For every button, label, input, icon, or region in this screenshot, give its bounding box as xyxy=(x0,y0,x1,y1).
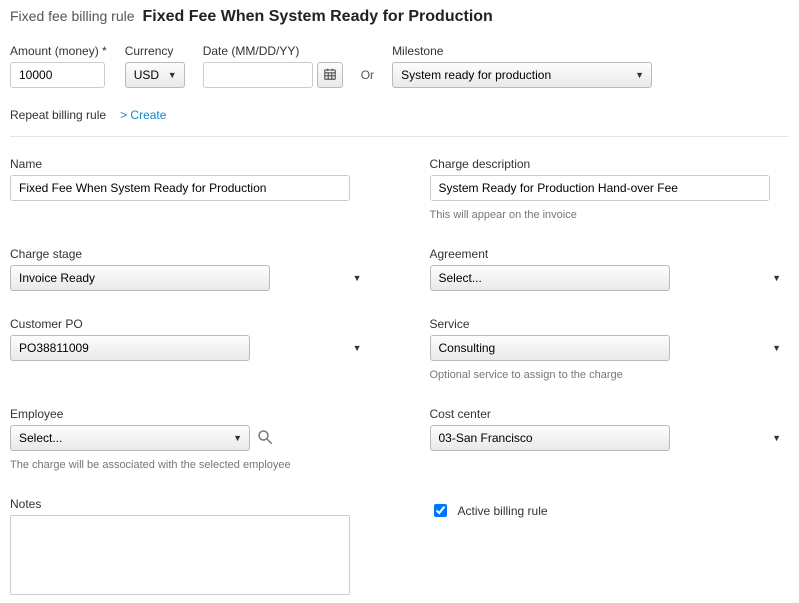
header-prefix: Fixed fee billing rule xyxy=(10,8,135,24)
search-icon[interactable] xyxy=(256,428,274,449)
service-label: Service xyxy=(430,317,790,331)
date-field: Date (MM/DD/YY) xyxy=(203,44,343,88)
agreement-select[interactable]: Select... xyxy=(430,265,670,291)
active-label: Active billing rule xyxy=(458,504,548,518)
amount-input[interactable] xyxy=(10,62,105,88)
charge-description-input[interactable] xyxy=(430,175,770,201)
charge-description-label: Charge description xyxy=(430,157,790,171)
customer-po-label: Customer PO xyxy=(10,317,370,331)
calendar-button[interactable] xyxy=(317,62,343,88)
employee-label: Employee xyxy=(10,407,370,421)
employee-select[interactable]: Select... xyxy=(10,425,250,451)
customer-po-field: Customer PO PO38811009 xyxy=(10,317,370,381)
notes-textarea[interactable] xyxy=(10,515,350,595)
charge-stage-label: Charge stage xyxy=(10,247,370,261)
currency-label: Currency xyxy=(125,44,185,58)
or-separator: Or xyxy=(361,68,374,88)
agreement-field: Agreement Select... xyxy=(430,247,790,291)
cost-center-field: Cost center 03-San Francisco xyxy=(430,407,790,471)
calendar-icon xyxy=(323,67,337,84)
employee-help: The charge will be associated with the s… xyxy=(10,459,370,471)
charge-stage-select[interactable]: Invoice Ready xyxy=(10,265,270,291)
cost-center-label: Cost center xyxy=(430,407,790,421)
employee-field: Employee Select... The charge will be as… xyxy=(10,407,370,471)
agreement-label: Agreement xyxy=(430,247,790,261)
amount-field: Amount (money) xyxy=(10,44,107,88)
date-label: Date (MM/DD/YY) xyxy=(203,44,343,58)
repeat-row: Repeat billing rule Create xyxy=(10,108,789,122)
or-text: Or xyxy=(361,68,374,88)
divider xyxy=(10,136,789,137)
cost-center-select[interactable]: 03-San Francisco xyxy=(430,425,670,451)
milestone-label: Milestone xyxy=(392,44,652,58)
charge-stage-field: Charge stage Invoice Ready xyxy=(10,247,370,291)
date-input[interactable] xyxy=(203,62,313,88)
charge-description-field: Charge description This will appear on t… xyxy=(430,157,790,221)
name-label: Name xyxy=(10,157,370,171)
service-field: Service Consulting Optional service to a… xyxy=(430,317,790,381)
form-grid: Name Charge description This will appear… xyxy=(10,157,789,595)
notes-label: Notes xyxy=(10,497,370,511)
milestone-select[interactable]: System ready for production xyxy=(392,62,652,88)
top-fields-row: Amount (money) Currency USD Date (MM/DD/… xyxy=(10,44,789,88)
page-title: Fixed Fee When System Ready for Producti… xyxy=(143,8,493,26)
amount-label: Amount (money) xyxy=(10,44,107,58)
service-help: Optional service to assign to the charge xyxy=(430,369,790,381)
name-input[interactable] xyxy=(10,175,350,201)
currency-field: Currency USD xyxy=(125,44,185,88)
active-field: Active billing rule xyxy=(430,497,790,595)
charge-description-help: This will appear on the invoice xyxy=(430,209,790,221)
repeat-label: Repeat billing rule xyxy=(10,108,106,122)
name-field: Name xyxy=(10,157,370,221)
milestone-field: Milestone System ready for production xyxy=(392,44,652,88)
active-checkbox[interactable] xyxy=(434,504,447,517)
currency-select[interactable]: USD xyxy=(125,62,185,88)
create-link[interactable]: Create xyxy=(120,108,166,122)
customer-po-select[interactable]: PO38811009 xyxy=(10,335,250,361)
page-header: Fixed fee billing rule Fixed Fee When Sy… xyxy=(10,8,789,26)
notes-field: Notes xyxy=(10,497,370,595)
service-select[interactable]: Consulting xyxy=(430,335,670,361)
